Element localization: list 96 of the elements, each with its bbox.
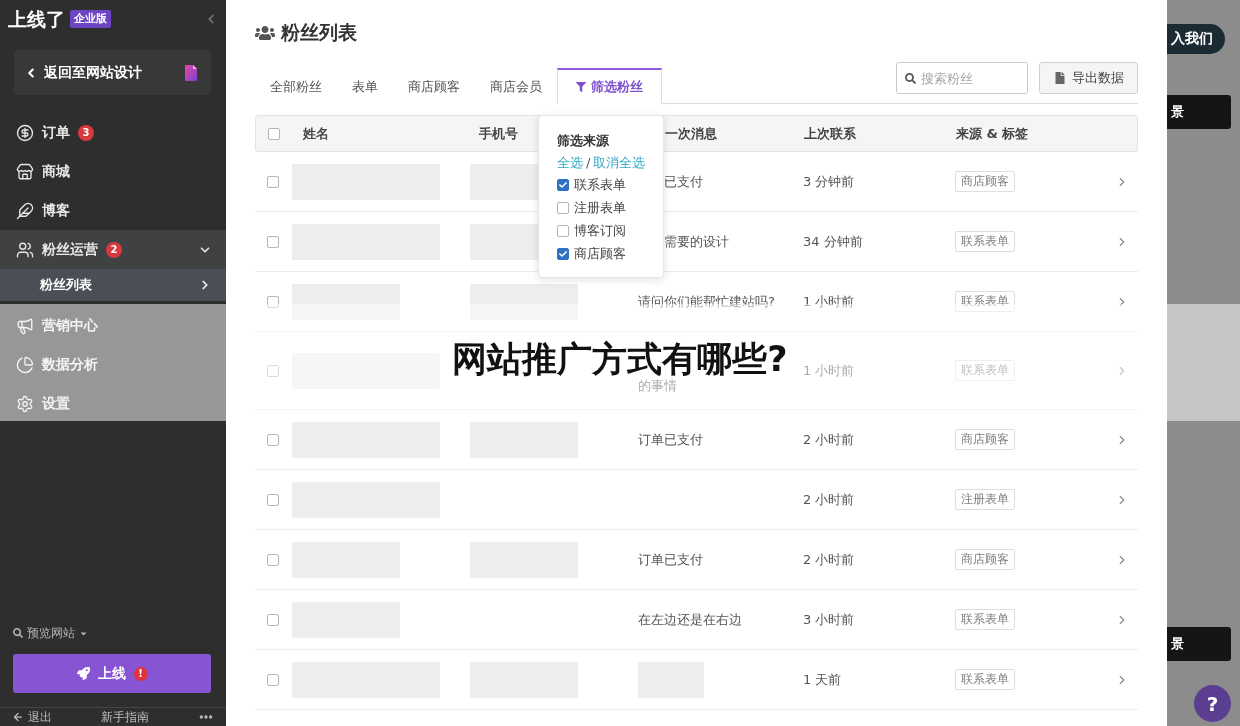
message-text: 请问你们能帮忙建站吗? bbox=[638, 292, 775, 311]
checkmark-icon bbox=[559, 180, 567, 189]
table-row[interactable]: 2 小时前 注册表单 bbox=[255, 470, 1138, 530]
row-checkbox[interactable] bbox=[267, 553, 279, 566]
file-icon bbox=[1053, 72, 1066, 84]
source-tag: 商店顾客 bbox=[955, 549, 1015, 570]
search-icon bbox=[905, 73, 916, 84]
tab[interactable]: 筛选粉丝 bbox=[557, 68, 662, 104]
column-header: 手机号 bbox=[479, 124, 518, 143]
last-contact-text: 3 分钟前 bbox=[803, 172, 855, 191]
publish-button[interactable]: 上线 ! bbox=[13, 654, 211, 693]
message-text: 需要的设计 bbox=[664, 232, 729, 251]
message-text: 在左边还是在右边 bbox=[638, 610, 742, 629]
last-contact-text: 2 小时前 bbox=[803, 490, 855, 509]
search-field[interactable]: 搜索粉丝 bbox=[896, 62, 1028, 94]
checkmark-icon bbox=[559, 249, 567, 258]
export-button[interactable]: 导出数据 bbox=[1039, 62, 1138, 94]
menu-item[interactable]: 粉丝运营 2 bbox=[0, 230, 226, 269]
store-icon bbox=[16, 162, 34, 181]
row-checkbox[interactable] bbox=[267, 673, 279, 686]
rocket-icon bbox=[76, 667, 90, 680]
footer-link[interactable]: 新手指南 bbox=[101, 708, 149, 726]
popup-title: 筛选来源 bbox=[557, 132, 609, 150]
source-tag: 联系表单 bbox=[955, 609, 1015, 630]
table-row[interactable]: 1 天前 联系表单 bbox=[255, 650, 1138, 710]
column-header: 上次联系 bbox=[804, 124, 856, 143]
preview-dropdown[interactable]: 预览网站 bbox=[13, 625, 88, 641]
row-checkbox[interactable] bbox=[267, 235, 279, 248]
dollar-icon bbox=[16, 123, 34, 142]
row-checkbox[interactable] bbox=[267, 295, 279, 308]
column-header: 来源 & 标签 bbox=[956, 124, 1029, 143]
arrow-left-icon bbox=[12, 711, 24, 723]
menu-item[interactable]: 博客 bbox=[0, 191, 226, 230]
row-checkbox[interactable] bbox=[267, 175, 279, 188]
option-label: 商店顾客 bbox=[574, 244, 626, 263]
option-checkbox[interactable] bbox=[557, 224, 569, 237]
message-text: 的事情 bbox=[638, 377, 677, 395]
table-row[interactable]: 订单已支付 2 小时前 商店顾客 bbox=[255, 410, 1138, 470]
source-tag: 商店顾客 bbox=[955, 171, 1015, 192]
column-header: 一次消息 bbox=[665, 124, 717, 143]
dark-button[interactable]: 景 bbox=[1167, 95, 1231, 129]
caption-title: 网站推广方式有哪些? bbox=[452, 338, 788, 379]
feather-icon bbox=[16, 201, 34, 220]
source-tag: 联系表单 bbox=[955, 360, 1015, 381]
last-contact-text: 34 分钟前 bbox=[803, 232, 863, 251]
users-icon bbox=[255, 23, 275, 43]
option-label: 联系表单 bbox=[574, 175, 626, 194]
row-checkbox[interactable] bbox=[267, 493, 279, 506]
table-row[interactable]: 在左边还是在右边 3 小时前 联系表单 bbox=[255, 590, 1138, 650]
last-contact-text: 2 小时前 bbox=[803, 550, 855, 569]
message-text: 订单已支付 bbox=[638, 550, 703, 569]
users-icon bbox=[16, 240, 34, 259]
source-tag: 商店顾客 bbox=[955, 429, 1015, 450]
table-row[interactable]: 请问你们能帮忙建站吗? 1 小时前 联系表单 bbox=[255, 272, 1138, 332]
edition-badge: 企业版 bbox=[70, 10, 111, 28]
option-checkbox[interactable] bbox=[557, 247, 569, 260]
source-tag: 联系表单 bbox=[955, 669, 1015, 690]
message-text: 订单已支付 bbox=[638, 430, 703, 449]
last-contact-text: 1 天前 bbox=[803, 670, 842, 689]
last-contact-text: 2 小时前 bbox=[803, 430, 855, 449]
count-badge: 2 bbox=[106, 241, 122, 258]
menu-item[interactable]: 订单 3 bbox=[0, 113, 226, 152]
source-tag: 联系表单 bbox=[955, 291, 1015, 312]
document-icon bbox=[185, 64, 197, 81]
source-tag: 联系表单 bbox=[955, 231, 1015, 252]
last-contact-text: 3 小时前 bbox=[803, 610, 855, 629]
logo-text: 上线了 bbox=[8, 8, 65, 30]
message-text: 已支付 bbox=[664, 172, 703, 191]
menu-item[interactable]: 商城 bbox=[0, 152, 226, 191]
source-tag: 注册表单 bbox=[955, 489, 1015, 510]
row-checkbox[interactable] bbox=[267, 433, 279, 446]
settings-icon bbox=[16, 394, 34, 413]
alert-badge: ! bbox=[133, 666, 148, 681]
option-checkbox[interactable] bbox=[557, 201, 569, 214]
link-separator: / bbox=[586, 155, 591, 170]
funnel-icon bbox=[576, 81, 586, 92]
search-icon bbox=[13, 628, 23, 638]
select-all-checkbox[interactable] bbox=[268, 127, 280, 140]
back-button[interactable]: 返回至网站设计 bbox=[14, 50, 211, 95]
option-checkbox[interactable] bbox=[557, 178, 569, 191]
table-row[interactable]: 订单已支付 2 小时前 商店顾客 bbox=[255, 530, 1138, 590]
megaphone-icon bbox=[16, 316, 34, 335]
footer-link[interactable]: 退出 bbox=[12, 708, 52, 726]
row-checkbox[interactable] bbox=[267, 613, 279, 626]
column-header: 姓名 bbox=[303, 124, 329, 143]
join-button[interactable]: 入我们 bbox=[1167, 24, 1225, 54]
row-checkbox[interactable] bbox=[267, 364, 279, 377]
page-title: 粉丝列表 bbox=[281, 20, 357, 45]
option-label: 博客订阅 bbox=[574, 221, 626, 240]
submenu-item[interactable]: 粉丝列表 bbox=[0, 269, 226, 301]
last-contact-text: 1 小时前 bbox=[803, 361, 855, 380]
dark-button[interactable]: 景 bbox=[1167, 627, 1231, 661]
count-badge: 3 bbox=[78, 124, 94, 141]
help-button[interactable]: ? bbox=[1194, 685, 1231, 722]
pie-chart-icon bbox=[16, 355, 34, 374]
last-contact-text: 1 小时前 bbox=[803, 292, 855, 311]
